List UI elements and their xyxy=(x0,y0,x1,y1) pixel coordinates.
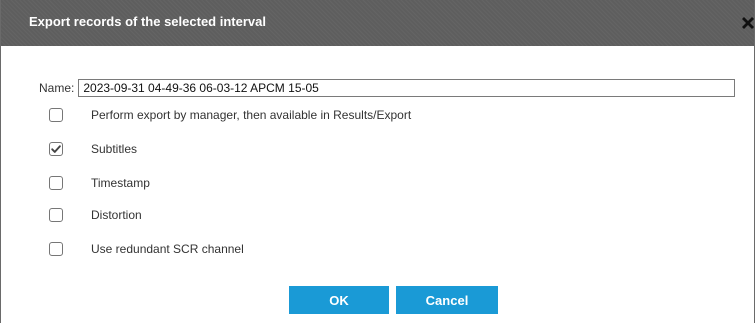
option-subtitles[interactable]: Subtitles xyxy=(49,141,137,157)
subtitles-checkbox[interactable] xyxy=(49,142,63,156)
timestamp-label: Timestamp xyxy=(91,176,150,190)
export-dialog: Export records of the selected interval … xyxy=(0,0,755,323)
checkmark-icon xyxy=(51,145,61,153)
export-by-manager-checkbox[interactable] xyxy=(49,108,63,122)
distortion-label: Distortion xyxy=(91,208,142,222)
ok-button[interactable]: OK xyxy=(289,286,389,314)
cancel-button[interactable]: Cancel xyxy=(396,286,498,314)
timestamp-checkbox[interactable] xyxy=(49,176,63,190)
dialog-title-bar[interactable]: Export records of the selected interval xyxy=(1,0,754,46)
option-export-by-manager[interactable]: Perform export by manager, then availabl… xyxy=(49,107,411,123)
export-by-manager-label: Perform export by manager, then availabl… xyxy=(91,108,412,122)
name-input[interactable] xyxy=(78,79,736,97)
dialog-title: Export records of the selected interval xyxy=(29,14,266,29)
name-label: Name: xyxy=(39,81,75,95)
close-icon[interactable] xyxy=(740,15,755,31)
distortion-checkbox[interactable] xyxy=(49,208,63,222)
subtitles-label: Subtitles xyxy=(91,142,138,156)
option-timestamp[interactable]: Timestamp xyxy=(49,175,150,191)
option-redundant-scr-channel[interactable]: Use redundant SCR channel xyxy=(49,241,244,257)
option-distortion[interactable]: Distortion xyxy=(49,207,142,223)
name-row: Name: xyxy=(39,78,736,98)
redundant-scr-channel-checkbox[interactable] xyxy=(49,242,63,256)
redundant-scr-channel-label: Use redundant SCR channel xyxy=(91,242,244,256)
